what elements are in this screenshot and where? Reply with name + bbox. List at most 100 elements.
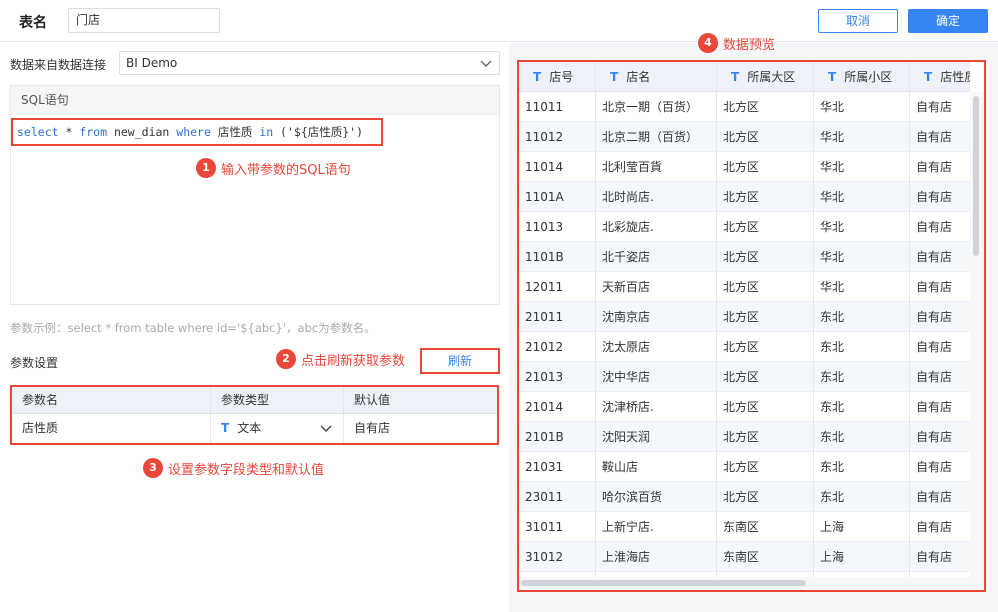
table-cell: 自有店 <box>916 250 953 264</box>
table-cell: 自有店 <box>916 130 953 144</box>
table-cell: 11011 <box>519 92 596 122</box>
vertical-scrollbar[interactable] <box>970 92 984 577</box>
sql-statement[interactable]: select * from new_dian where 店性质 in ('${… <box>11 118 383 146</box>
table-cell: 鞍山店 <box>596 452 717 482</box>
table-cell: 哈尔滨百货 <box>596 482 717 512</box>
sql-keyword-where: where <box>176 125 211 139</box>
table-cell: 东南区 <box>717 542 814 572</box>
table-cell: 上海 <box>814 542 910 572</box>
scroll-thumb[interactable] <box>973 96 979 256</box>
table-cell: 北方区 <box>717 332 814 362</box>
table-cell: 23011 <box>519 482 596 512</box>
table-row: 21013 沈中华店 北方区 东北 自有店 <box>519 362 970 392</box>
param-type-value: 文本 <box>237 421 262 435</box>
table-cell: 21013 <box>519 362 596 392</box>
param-table: 参数名 参数类型 默认值 店性质 T 文本 自有店 <box>10 385 499 445</box>
table-cell: 12011 <box>519 272 596 302</box>
table-cell: 自有店 <box>916 370 953 384</box>
preview-header: T 店号 T 店名 T 所属大区 T 所属小区 T 店性质 <box>519 62 970 92</box>
table-cell: 沈津桥店. <box>596 392 717 422</box>
table-name-input[interactable]: 门店 <box>68 8 220 33</box>
sql-token: * <box>58 125 80 139</box>
annotation-text: 数据预览 <box>723 37 776 53</box>
table-cell: 北时尚店. <box>596 182 717 212</box>
table-cell: 北方区 <box>717 302 814 332</box>
annotation-3: 3 设置参数字段类型和默认值 <box>143 458 324 478</box>
table-row: 21014 沈津桥店. 北方区 东北 自有店 <box>519 392 970 422</box>
horizontal-scrollbar[interactable] <box>519 577 984 590</box>
table-row: 11013 北彩旋店. 北方区 华北 自有店 <box>519 212 970 242</box>
annotation-badge: 3 <box>143 458 163 478</box>
table-row: 23011 哈尔滨百货 北方区 东北 自有店 <box>519 482 970 512</box>
table-cell: 东北 <box>814 392 910 422</box>
preview-viewport: T店号 T店名 T所属大区 T所属小区 T店性质 11011北京一期（百货）北方… <box>519 62 970 577</box>
text-type-icon: T <box>828 70 837 84</box>
table-row: 21031 鞍山店 北方区 东北 自有店 <box>519 452 970 482</box>
datasource-label: 数据来自数据连接 <box>10 58 107 72</box>
param-row: 店性质 T 文本 自有店 <box>12 414 497 443</box>
param-settings-title: 参数设置 <box>10 356 59 370</box>
table-cell: 11012 <box>519 122 596 152</box>
table-cell: 北京一期（百货） <box>596 92 717 122</box>
table-cell: 1101B <box>519 242 596 272</box>
table-cell: 北利莹百貨 <box>596 152 717 182</box>
preview-col-label: 所属大区 <box>747 70 796 84</box>
table-row: 11014 北利莹百貨 北方区 华北 自有店 <box>519 152 970 182</box>
table-cell: 31012 <box>519 542 596 572</box>
cancel-button[interactable]: 取消 <box>818 9 898 33</box>
table-cell: 自有店 <box>916 550 953 564</box>
table-cell: 上新宁店. <box>596 512 717 542</box>
preview-col-header: T 所属小区 <box>814 62 910 92</box>
param-table-header: 参数名 参数类型 默认值 <box>12 387 497 414</box>
preview-col-header: T 店名 <box>596 62 717 92</box>
table-cell: 华北 <box>814 182 910 212</box>
param-col-name: 参数名 <box>12 387 211 413</box>
table-cell: 华北 <box>814 92 910 122</box>
table-cell: 2101B <box>519 422 596 452</box>
table-cell: 东北 <box>814 362 910 392</box>
table-cell: 华北 <box>814 242 910 272</box>
table-cell: 21014 <box>519 392 596 422</box>
confirm-button[interactable]: 确定 <box>908 9 988 33</box>
table-cell: 11014 <box>519 152 596 182</box>
annotation-4: 4 数据预览 <box>698 33 775 53</box>
sql-editor[interactable]: SQL语句 select * from new_dian where 店性质 i… <box>10 85 500 305</box>
sql-section-title: SQL语句 <box>11 86 499 115</box>
table-cell: 自有店 <box>916 460 953 474</box>
table-cell: 北方区 <box>717 152 814 182</box>
param-example-hint: 参数示例：select * from table where id='${abc… <box>10 321 376 335</box>
table-row: 1101A 北时尚店. 北方区 华北 自有店 <box>519 182 970 212</box>
param-default-input[interactable]: 自有店 <box>344 414 497 443</box>
scroll-thumb[interactable] <box>521 580 806 586</box>
annotation-text: 设置参数字段类型和默认值 <box>168 462 325 478</box>
table-cell: 天新百店 <box>596 272 717 302</box>
preview-col-label: 所属小区 <box>844 70 893 84</box>
table-cell: 北方区 <box>717 362 814 392</box>
sql-keyword-select: select <box>17 125 59 139</box>
table-cell: 自有店 <box>916 160 953 174</box>
table-cell: 沈阳天润 <box>596 422 717 452</box>
chevron-down-icon <box>480 60 492 67</box>
preview-col-header: T 所属大区 <box>717 62 814 92</box>
table-name-label: 表名 <box>19 15 47 31</box>
annotation-text: 输入带参数的SQL语句 <box>221 162 351 178</box>
table-row: 21012 沈太原店 北方区 东北 自有店 <box>519 332 970 362</box>
table-cell: 北彩旋店. <box>596 212 717 242</box>
table-cell: 上淮海店 <box>596 542 717 572</box>
table-cell: 自有店 <box>916 520 953 534</box>
datasource-select[interactable]: BI Demo <box>119 51 500 75</box>
table-cell: 21031 <box>519 452 596 482</box>
table-cell: 东北 <box>814 482 910 512</box>
datasource-selected: BI Demo <box>126 56 178 70</box>
table-row: 2101B 沈阳天润 北方区 东北 自有店 <box>519 422 970 452</box>
refresh-button[interactable]: 刷新 <box>420 348 500 374</box>
preview-col-header: T 店性质 <box>910 62 970 92</box>
table-cell: 21012 <box>519 332 596 362</box>
table-cell: 自有店 <box>916 490 953 504</box>
param-type-select[interactable]: T 文本 <box>211 414 344 443</box>
table-row: 1101B 北千姿店 北方区 华北 自有店 <box>519 242 970 272</box>
annotation-badge: 1 <box>196 158 216 178</box>
left-pane: 数据来自数据连接 BI Demo SQL语句 select * from new… <box>0 43 509 612</box>
table-cell: 华北 <box>814 212 910 242</box>
table-cell: 北京二期（百货） <box>596 122 717 152</box>
